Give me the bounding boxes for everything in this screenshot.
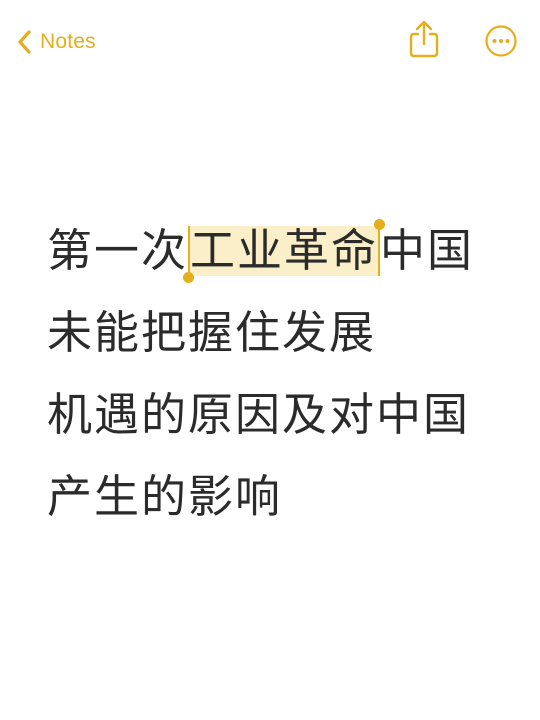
note-body[interactable]: 第一次 工业革命 中国 未能把握住发展 机遇的原因及对中国 产生的影响 (47, 210, 507, 538)
chevron-left-icon (18, 30, 31, 54)
selection-end-handle[interactable] (374, 219, 386, 276)
back-label: Notes (40, 30, 96, 53)
note-line[interactable]: 机遇的原因及对中国 (47, 374, 507, 456)
share-button[interactable] (406, 20, 442, 58)
note-text: 中国 (380, 224, 475, 277)
note-line[interactable]: 产生的影响 (47, 456, 507, 538)
note-line[interactable]: 第一次 工业革命 中国 (47, 210, 507, 292)
note-line[interactable]: 未能把握住发展 (47, 292, 507, 374)
more-button[interactable] (484, 24, 518, 58)
back-button[interactable]: Notes (16, 26, 96, 58)
selection-knob[interactable] (374, 219, 386, 230)
selection-start-handle[interactable] (183, 226, 195, 283)
selection-knob[interactable] (183, 272, 195, 283)
note-text: 第一次 (47, 224, 189, 277)
navigation-bar: Notes (0, 0, 540, 84)
ellipsis-circle-icon (485, 25, 517, 57)
selected-text: 工业革命 (190, 224, 379, 277)
text-selection[interactable]: 工业革命 (183, 219, 386, 283)
share-icon (409, 20, 439, 58)
